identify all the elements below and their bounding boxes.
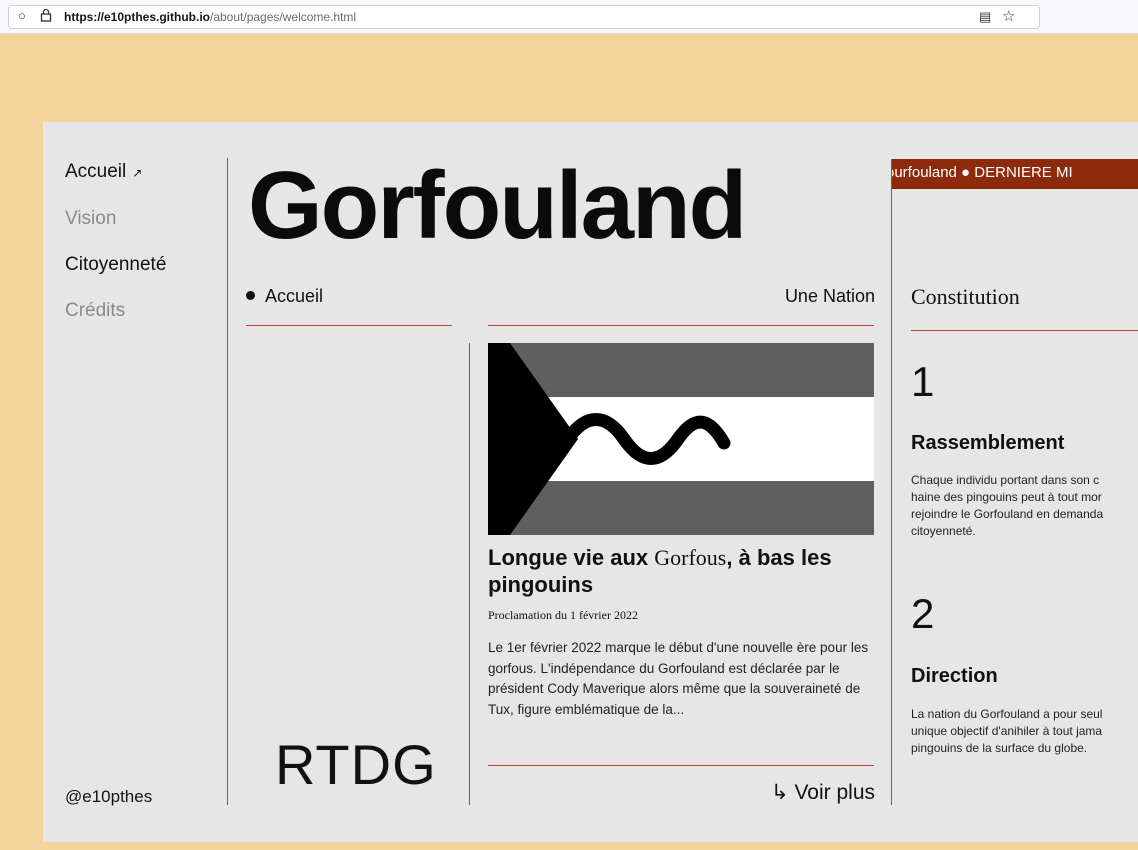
url-text[interactable]: https://e10pthes.github.io/about/pages/w…	[64, 10, 356, 24]
constitution-article-text: La nation du Gorfouland a pour seul uniq…	[911, 707, 1103, 755]
bullet-icon	[246, 291, 255, 300]
read-more-link[interactable]: ↳ Voir plus	[683, 780, 875, 805]
return-arrow-icon: ↳	[771, 781, 789, 804]
page-title: Gorfouland	[248, 152, 747, 259]
article-title[interactable]: Longue vie aux Gorfous, à bas les pingou…	[488, 544, 878, 598]
external-arrow-icon: ↗	[132, 166, 143, 180]
divider	[488, 765, 874, 766]
article-title-part: Longue vie aux	[488, 545, 655, 570]
constitution-article-heading: Direction	[911, 665, 998, 687]
divider	[246, 325, 452, 326]
section-tagline: Une Nation	[784, 286, 875, 306]
main-card: Accueil ↗ Vision Citoyenneté Crédits @e10…	[43, 122, 1138, 842]
lock-icon[interactable]	[40, 8, 52, 27]
article-meta: Proclamation du 1 février 2022	[488, 608, 638, 622]
nav-item-accueil[interactable]: Accueil ↗	[65, 160, 166, 185]
ticker-text: ourfouland ● DERNIERE MI	[892, 164, 1073, 181]
author-handle[interactable]: @e10pthes	[65, 787, 152, 807]
nav-item-credits[interactable]: Crédits	[65, 299, 166, 323]
url-path: /about/pages/welcome.html	[210, 10, 357, 24]
nav-item-label: Accueil	[65, 161, 127, 182]
shield-icon[interactable]: ○	[18, 8, 26, 23]
gorfouland-flag-image	[488, 343, 874, 535]
nav-item-citoyennete[interactable]: Citoyenneté	[65, 253, 166, 277]
article-excerpt: Le 1er février 2022 marque le début d'un…	[488, 640, 869, 717]
read-more-label: Voir plus	[794, 781, 875, 804]
section-label-text: Accueil	[265, 286, 324, 306]
browser-toolbar: ○ https://e10pthes.github.io/about/pages…	[0, 0, 1138, 34]
reader-view-icon[interactable]: ▤	[979, 9, 991, 25]
constitution-heading: Constitution	[911, 284, 1020, 309]
divider	[891, 159, 892, 805]
url-host: https://e10pthes.github.io	[64, 10, 210, 24]
constitution-article-text: Chaque individu portant dans son c haine…	[911, 473, 1104, 538]
section-label: Accueil	[246, 286, 323, 307]
constitution-article-heading: Rassemblement	[911, 432, 1065, 454]
divider	[227, 158, 228, 805]
nav-item-vision[interactable]: Vision	[65, 207, 166, 231]
article-number: 1	[911, 358, 935, 405]
sidebar-nav: Accueil ↗ Vision Citoyenneté Crédits	[65, 160, 166, 345]
divider	[469, 343, 470, 805]
rtdg-logo: RTDG	[275, 733, 437, 796]
divider	[911, 330, 1138, 331]
divider	[488, 325, 874, 326]
article-number: 2	[911, 590, 935, 637]
bookmark-star-icon[interactable]: ☆	[1002, 7, 1015, 25]
article-title-serif: Gorfous	[654, 545, 727, 570]
news-ticker: ourfouland ● DERNIERE MI	[892, 159, 1138, 189]
